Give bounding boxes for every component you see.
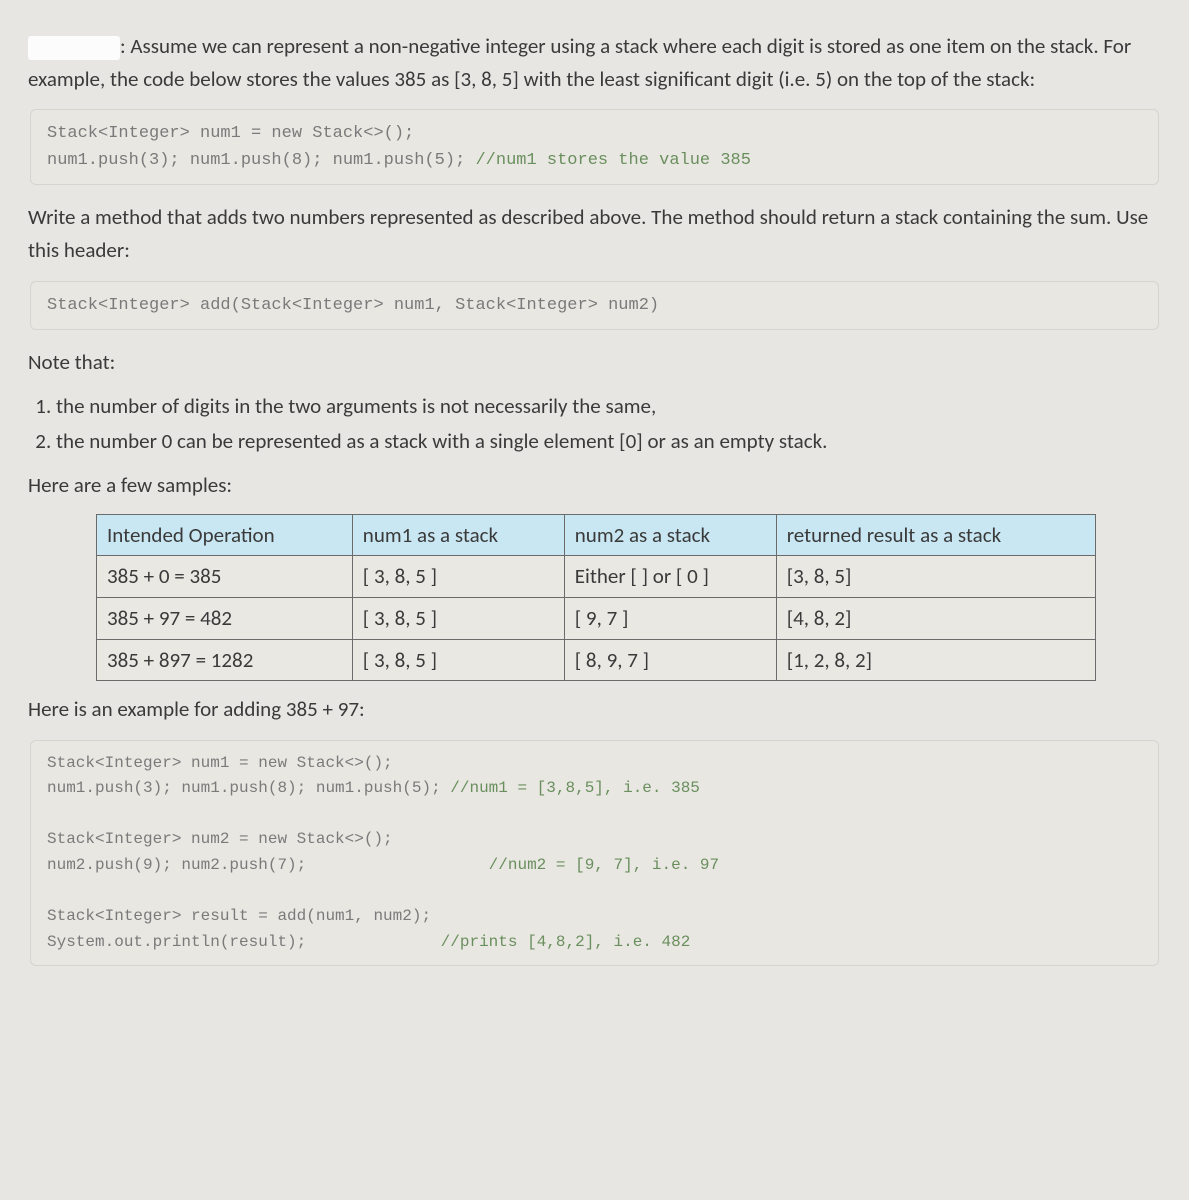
col-header-num1: num1 as a stack xyxy=(352,514,564,556)
redacted-label xyxy=(28,36,120,60)
code1-comment: //num1 stores the value 385 xyxy=(475,151,750,170)
intro-text: : Assume we can represent a non-negative… xyxy=(28,33,1131,92)
code3-l8-comment: //prints [4,8,2], i.e. 482 xyxy=(441,933,691,951)
code2-line1: Stack<Integer> add(Stack<Integer> num1, … xyxy=(47,296,659,315)
samples-table: Intended Operation num1 as a stack num2 … xyxy=(96,514,1096,681)
code1-line2a: num1.push(3); num1.push(8); num1.push(5)… xyxy=(47,151,475,170)
cell-result: [4, 8, 2] xyxy=(776,598,1095,640)
code-block-1: Stack<Integer> num1 = new Stack<>(); num… xyxy=(30,109,1159,185)
cell-num2: [ 8, 9, 7 ] xyxy=(564,639,776,681)
cell-op: 385 + 0 = 385 xyxy=(97,556,353,598)
table-header-row: Intended Operation num1 as a stack num2 … xyxy=(97,514,1096,556)
note-label: Note that: xyxy=(28,346,1161,379)
code3-l1: Stack<Integer> num1 = new Stack<>(); xyxy=(47,754,393,772)
code-block-3: Stack<Integer> num1 = new Stack<>(); num… xyxy=(30,740,1159,967)
note-item-1: the number of digits in the two argument… xyxy=(56,390,1161,423)
paragraph-2: Write a method that adds two numbers rep… xyxy=(28,201,1161,266)
cell-op: 385 + 97 = 482 xyxy=(97,598,353,640)
col-header-num2: num2 as a stack xyxy=(564,514,776,556)
code-block-2: Stack<Integer> add(Stack<Integer> num1, … xyxy=(30,281,1159,330)
code3-l4: Stack<Integer> num2 = new Stack<>(); xyxy=(47,830,393,848)
code3-l2a: num1.push(3); num1.push(8); num1.push(5)… xyxy=(47,779,450,797)
cell-result: [3, 8, 5] xyxy=(776,556,1095,598)
col-header-operation: Intended Operation xyxy=(97,514,353,556)
table-row: 385 + 0 = 385 [ 3, 8, 5 ] Either [ ] or … xyxy=(97,556,1096,598)
cell-op: 385 + 897 = 1282 xyxy=(97,639,353,681)
code3-l2-comment: //num1 = [3,8,5], i.e. 385 xyxy=(450,779,700,797)
notes-list: the number of digits in the two argument… xyxy=(56,390,1161,457)
code3-l8a: System.out.println(result); xyxy=(47,933,441,951)
cell-num1: [ 3, 8, 5 ] xyxy=(352,639,564,681)
note-item-2: the number 0 can be represented as a sta… xyxy=(56,425,1161,458)
table-row: 385 + 97 = 482 [ 3, 8, 5 ] [ 9, 7 ] [4, … xyxy=(97,598,1096,640)
samples-label: Here are a few samples: xyxy=(28,469,1161,502)
cell-result: [1, 2, 8, 2] xyxy=(776,639,1095,681)
code3-l5a: num2.push(9); num2.push(7); xyxy=(47,856,489,874)
example-label: Here is an example for adding 385 + 97: xyxy=(28,693,1161,726)
col-header-result: returned result as a stack xyxy=(776,514,1095,556)
cell-num1: [ 3, 8, 5 ] xyxy=(352,556,564,598)
code1-line1: Stack<Integer> num1 = new Stack<>(); xyxy=(47,124,414,143)
code3-l7: Stack<Integer> result = add(num1, num2); xyxy=(47,907,431,925)
intro-paragraph: : Assume we can represent a non-negative… xyxy=(28,30,1161,95)
cell-num1: [ 3, 8, 5 ] xyxy=(352,598,564,640)
cell-num2: [ 9, 7 ] xyxy=(564,598,776,640)
cell-num2: Either [ ] or [ 0 ] xyxy=(564,556,776,598)
table-row: 385 + 897 = 1282 [ 3, 8, 5 ] [ 8, 9, 7 ]… xyxy=(97,639,1096,681)
code3-l5-comment: //num2 = [9, 7], i.e. 97 xyxy=(489,856,719,874)
